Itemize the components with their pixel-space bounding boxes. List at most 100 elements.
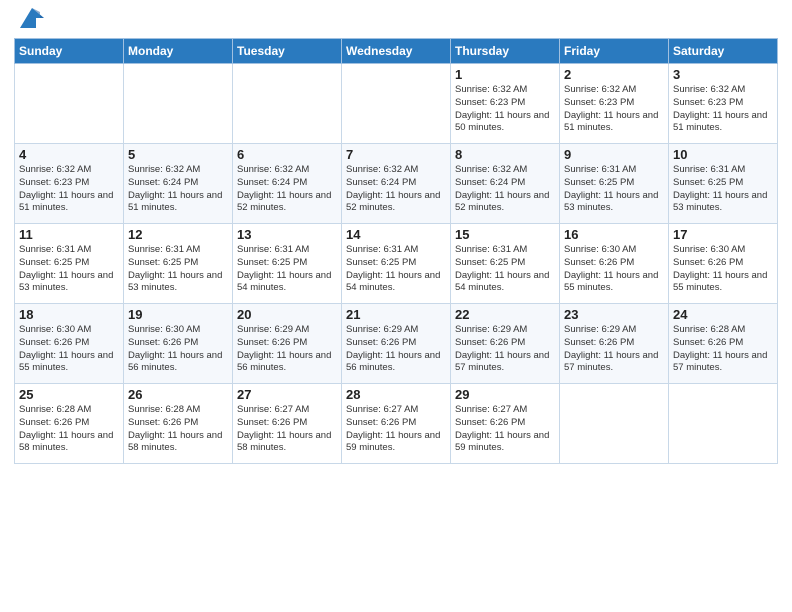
weekday-header-wednesday: Wednesday (342, 39, 451, 64)
calendar-cell (15, 64, 124, 144)
calendar-cell: 19 Sunrise: 6:30 AM Sunset: 6:26 PM Dayli… (124, 304, 233, 384)
day-info: Sunrise: 6:29 AM Sunset: 6:26 PM Dayligh… (564, 324, 664, 375)
day-number: 24 (673, 307, 773, 322)
calendar-cell: 29 Sunrise: 6:27 AM Sunset: 6:26 PM Dayli… (451, 384, 560, 464)
day-info: Sunrise: 6:32 AM Sunset: 6:24 PM Dayligh… (128, 164, 228, 215)
calendar-page: SundayMondayTuesdayWednesdayThursdayFrid… (0, 0, 792, 612)
day-number: 15 (455, 227, 555, 242)
day-info: Sunrise: 6:27 AM Sunset: 6:26 PM Dayligh… (455, 404, 555, 455)
header (14, 10, 778, 32)
calendar-cell: 8Sunrise: 6:32 AM Sunset: 6:24 PM Daylig… (451, 144, 560, 224)
calendar-cell: 22Sunrise: 6:29 AM Sunset: 6:26 PM Dayli… (451, 304, 560, 384)
calendar-cell: 7 Sunrise: 6:32 AM Sunset: 6:24 PM Daylig… (342, 144, 451, 224)
calendar-cell: 21 Sunrise: 6:29 AM Sunset: 6:26 PM Dayli… (342, 304, 451, 384)
day-number: 23 (564, 307, 664, 322)
calendar-cell: 6 Sunrise: 6:32 AM Sunset: 6:24 PM Daylig… (233, 144, 342, 224)
calendar-table: SundayMondayTuesdayWednesdayThursdayFrid… (14, 38, 778, 464)
calendar-cell: 20 Sunrise: 6:29 AM Sunset: 6:26 PM Dayli… (233, 304, 342, 384)
day-info: Sunrise: 6:31 AM Sunset: 6:25 PM Dayligh… (455, 244, 555, 295)
calendar-cell: 14Sunrise: 6:31 AM Sunset: 6:25 PM Dayli… (342, 224, 451, 304)
calendar-cell: 27 Sunrise: 6:27 AM Sunset: 6:26 PM Dayli… (233, 384, 342, 464)
week-row-1: 4 Sunrise: 6:32 AM Sunset: 6:23 PM Daylig… (15, 144, 778, 224)
day-number: 18 (19, 307, 119, 322)
day-number: 28 (346, 387, 446, 402)
day-number: 14 (346, 227, 446, 242)
calendar-cell: 12 Sunrise: 6:31 AM Sunset: 6:25 PM Dayli… (124, 224, 233, 304)
day-number: 13 (237, 227, 337, 242)
day-number: 17 (673, 227, 773, 242)
day-number: 3 (673, 67, 773, 82)
weekday-header-sunday: Sunday (15, 39, 124, 64)
day-info: Sunrise: 6:32 AM Sunset: 6:23 PM Dayligh… (673, 84, 773, 135)
day-info: Sunrise: 6:30 AM Sunset: 6:26 PM Dayligh… (19, 324, 119, 375)
calendar-cell: 15 Sunrise: 6:31 AM Sunset: 6:25 PM Dayli… (451, 224, 560, 304)
calendar-cell: 24 Sunrise: 6:28 AM Sunset: 6:26 PM Dayli… (669, 304, 778, 384)
day-info: Sunrise: 6:28 AM Sunset: 6:26 PM Dayligh… (673, 324, 773, 375)
day-info: Sunrise: 6:32 AM Sunset: 6:23 PM Dayligh… (19, 164, 119, 215)
day-info: Sunrise: 6:32 AM Sunset: 6:24 PM Dayligh… (346, 164, 446, 215)
day-number: 22 (455, 307, 555, 322)
week-row-4: 25 Sunrise: 6:28 AM Sunset: 6:26 PM Dayli… (15, 384, 778, 464)
logo (14, 14, 46, 32)
calendar-cell: 11 Sunrise: 6:31 AM Sunset: 6:25 PM Dayli… (15, 224, 124, 304)
calendar-cell: 5 Sunrise: 6:32 AM Sunset: 6:24 PM Daylig… (124, 144, 233, 224)
day-number: 19 (128, 307, 228, 322)
day-number: 29 (455, 387, 555, 402)
week-row-2: 11 Sunrise: 6:31 AM Sunset: 6:25 PM Dayli… (15, 224, 778, 304)
day-number: 27 (237, 387, 337, 402)
calendar-cell: 23 Sunrise: 6:29 AM Sunset: 6:26 PM Dayli… (560, 304, 669, 384)
day-number: 21 (346, 307, 446, 322)
day-info: Sunrise: 6:28 AM Sunset: 6:26 PM Dayligh… (128, 404, 228, 455)
calendar-cell: 18 Sunrise: 6:30 AM Sunset: 6:26 PM Dayli… (15, 304, 124, 384)
calendar-cell (124, 64, 233, 144)
week-row-0: 1 Sunrise: 6:32 AM Sunset: 6:23 PM Daylig… (15, 64, 778, 144)
day-info: Sunrise: 6:29 AM Sunset: 6:26 PM Dayligh… (346, 324, 446, 375)
day-number: 26 (128, 387, 228, 402)
calendar-cell (560, 384, 669, 464)
day-number: 11 (19, 227, 119, 242)
day-info: Sunrise: 6:27 AM Sunset: 6:26 PM Dayligh… (346, 404, 446, 455)
weekday-header-row: SundayMondayTuesdayWednesdayThursdayFrid… (15, 39, 778, 64)
day-number: 6 (237, 147, 337, 162)
weekday-header-friday: Friday (560, 39, 669, 64)
logo-icon (18, 4, 46, 32)
calendar-cell (669, 384, 778, 464)
calendar-cell: 10Sunrise: 6:31 AM Sunset: 6:25 PM Dayli… (669, 144, 778, 224)
day-info: Sunrise: 6:28 AM Sunset: 6:26 PM Dayligh… (19, 404, 119, 455)
day-info: Sunrise: 6:32 AM Sunset: 6:23 PM Dayligh… (455, 84, 555, 135)
day-number: 25 (19, 387, 119, 402)
day-info: Sunrise: 6:30 AM Sunset: 6:26 PM Dayligh… (673, 244, 773, 295)
day-number: 12 (128, 227, 228, 242)
day-number: 1 (455, 67, 555, 82)
weekday-header-thursday: Thursday (451, 39, 560, 64)
day-info: Sunrise: 6:29 AM Sunset: 6:26 PM Dayligh… (237, 324, 337, 375)
calendar-cell (233, 64, 342, 144)
day-info: Sunrise: 6:31 AM Sunset: 6:25 PM Dayligh… (128, 244, 228, 295)
day-info: Sunrise: 6:30 AM Sunset: 6:26 PM Dayligh… (564, 244, 664, 295)
calendar-cell: 26 Sunrise: 6:28 AM Sunset: 6:26 PM Dayli… (124, 384, 233, 464)
day-info: Sunrise: 6:32 AM Sunset: 6:24 PM Dayligh… (455, 164, 555, 215)
calendar-cell: 28 Sunrise: 6:27 AM Sunset: 6:26 PM Dayli… (342, 384, 451, 464)
day-info: Sunrise: 6:32 AM Sunset: 6:23 PM Dayligh… (564, 84, 664, 135)
day-number: 20 (237, 307, 337, 322)
day-info: Sunrise: 6:27 AM Sunset: 6:26 PM Dayligh… (237, 404, 337, 455)
calendar-cell: 1 Sunrise: 6:32 AM Sunset: 6:23 PM Daylig… (451, 64, 560, 144)
calendar-cell: 17 Sunrise: 6:30 AM Sunset: 6:26 PM Dayli… (669, 224, 778, 304)
day-info: Sunrise: 6:30 AM Sunset: 6:26 PM Dayligh… (128, 324, 228, 375)
day-info: Sunrise: 6:32 AM Sunset: 6:24 PM Dayligh… (237, 164, 337, 215)
calendar-cell: 3 Sunrise: 6:32 AM Sunset: 6:23 PM Daylig… (669, 64, 778, 144)
day-number: 5 (128, 147, 228, 162)
weekday-header-tuesday: Tuesday (233, 39, 342, 64)
day-number: 2 (564, 67, 664, 82)
day-info: Sunrise: 6:31 AM Sunset: 6:25 PM Dayligh… (564, 164, 664, 215)
week-row-3: 18 Sunrise: 6:30 AM Sunset: 6:26 PM Dayli… (15, 304, 778, 384)
calendar-cell (342, 64, 451, 144)
calendar-cell: 4 Sunrise: 6:32 AM Sunset: 6:23 PM Daylig… (15, 144, 124, 224)
calendar-cell: 13Sunrise: 6:31 AM Sunset: 6:25 PM Dayli… (233, 224, 342, 304)
day-number: 7 (346, 147, 446, 162)
day-number: 16 (564, 227, 664, 242)
day-number: 4 (19, 147, 119, 162)
day-info: Sunrise: 6:31 AM Sunset: 6:25 PM Dayligh… (19, 244, 119, 295)
weekday-header-saturday: Saturday (669, 39, 778, 64)
calendar-cell: 16 Sunrise: 6:30 AM Sunset: 6:26 PM Dayli… (560, 224, 669, 304)
